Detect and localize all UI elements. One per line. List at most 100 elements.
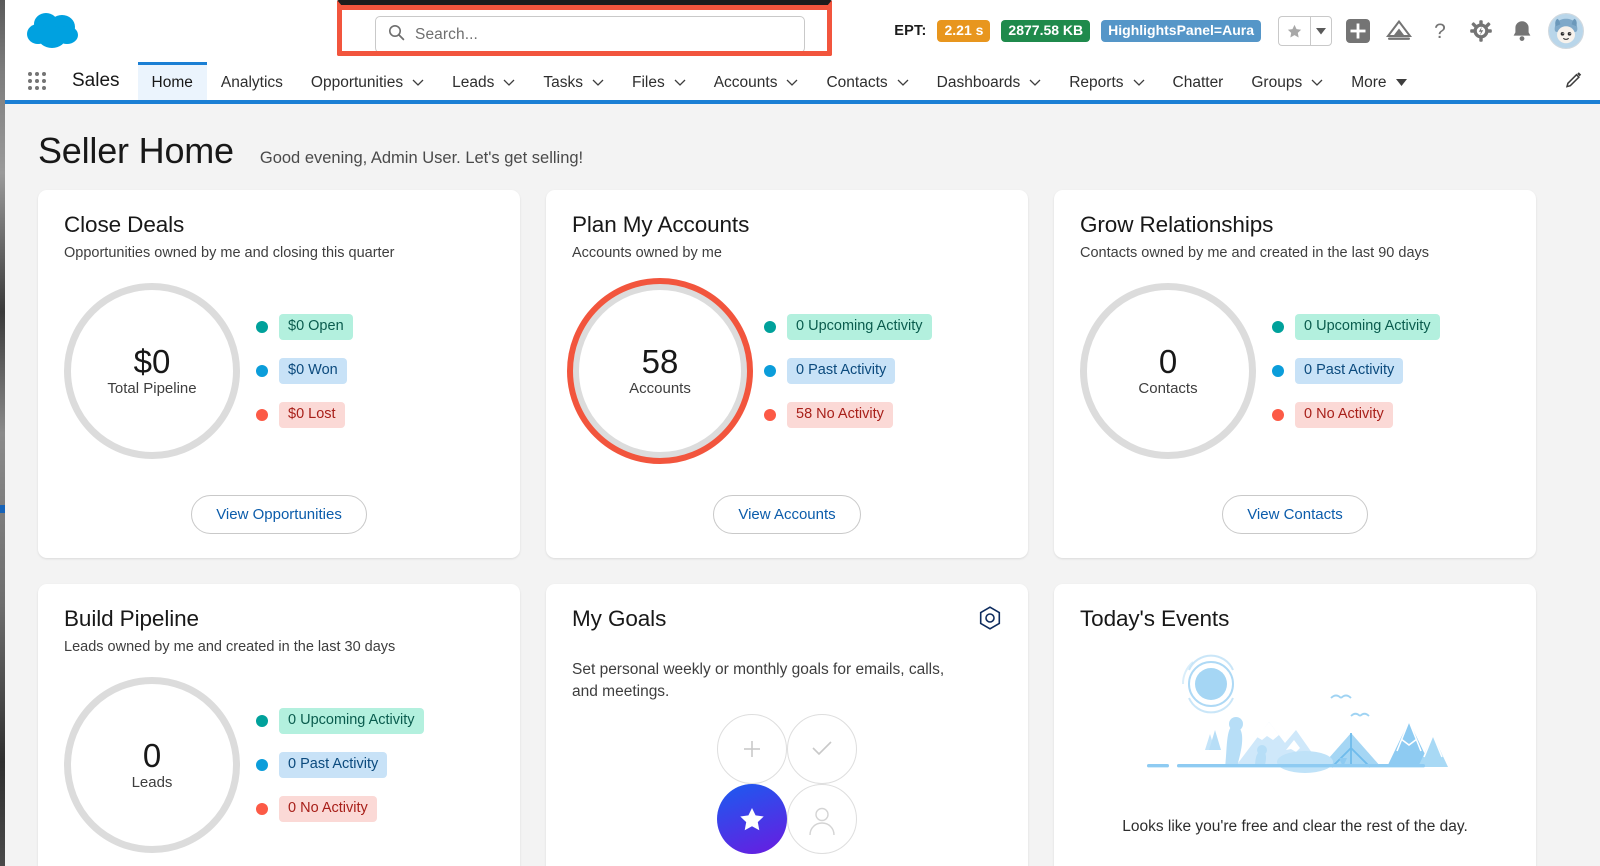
- nav-item-reports[interactable]: Reports: [1055, 62, 1158, 100]
- card-plan-my-accounts: Plan My Accounts Accounts owned by me 58…: [546, 190, 1028, 558]
- nav-item-contacts[interactable]: Contacts: [812, 62, 922, 100]
- legend-item[interactable]: 0 No Activity: [256, 795, 424, 822]
- favorites-star-icon[interactable]: [1278, 16, 1310, 46]
- plus-icon: [717, 713, 787, 784]
- legend: $0 Open $0 Won $0 Lost: [252, 314, 353, 428]
- legend-pill-no-activity[interactable]: 0 No Activity: [1295, 401, 1393, 428]
- accounts-donut: 58 Accounts: [567, 278, 753, 464]
- nav-item-opportunities[interactable]: Opportunities: [297, 62, 438, 100]
- legend-item[interactable]: 0 No Activity: [1272, 401, 1440, 428]
- donut-value: 0: [1158, 343, 1178, 380]
- card-grow-relationships: Grow Relationships Contacts owned by me …: [1054, 190, 1536, 558]
- legend-dot-past: [1272, 364, 1284, 377]
- page-title: Seller Home: [38, 130, 234, 171]
- nav-item-label: Groups: [1251, 73, 1303, 91]
- legend-item[interactable]: 58 No Activity: [764, 401, 932, 428]
- card-my-goals: My Goals Set personal weekly or monthly …: [546, 584, 1028, 866]
- nav-item-label: Contacts: [826, 73, 888, 91]
- nav-item-chatter[interactable]: Chatter: [1159, 62, 1238, 100]
- nav-item-groups[interactable]: Groups: [1237, 62, 1337, 100]
- search-placeholder-text: Search...: [415, 25, 478, 43]
- legend-pill-upcoming[interactable]: 0 Upcoming Activity: [787, 314, 932, 341]
- contacts-donut: 0 Contacts: [1080, 283, 1256, 459]
- legend-pill-past[interactable]: 0 Past Activity: [787, 358, 896, 384]
- nav-item-tasks[interactable]: Tasks: [529, 62, 618, 100]
- plus-icon[interactable]: [1343, 16, 1373, 46]
- card-action: View Contacts: [1080, 495, 1510, 534]
- nav-item-label: Dashboards: [936, 73, 1021, 91]
- metric-area: $0 Total Pipeline $0 Open $0 Won $0 Lost: [64, 283, 494, 459]
- donut-label: Contacts: [1138, 380, 1198, 397]
- legend-item[interactable]: $0 Lost: [256, 401, 353, 428]
- legend-pill-upcoming[interactable]: 0 Upcoming Activity: [279, 708, 424, 735]
- nav-item-accounts[interactable]: Accounts: [700, 62, 813, 100]
- goals-header: My Goals: [572, 606, 1002, 637]
- favorites-control[interactable]: [1278, 16, 1332, 46]
- legend-pill-past[interactable]: 0 Past Activity: [279, 752, 388, 778]
- legend-pill-won[interactable]: $0 Won: [279, 358, 347, 384]
- legend: 0 Upcoming Activity 0 Past Activity 58 N…: [760, 314, 932, 428]
- nav-item-leads[interactable]: Leads: [438, 62, 529, 100]
- legend-pill-no-activity[interactable]: 58 No Activity: [787, 401, 893, 428]
- legend-pill-open[interactable]: $0 Open: [279, 314, 353, 341]
- legend-item[interactable]: 0 Upcoming Activity: [764, 314, 932, 341]
- person-icon: [787, 783, 857, 854]
- legend-item[interactable]: 0 Past Activity: [764, 358, 932, 384]
- legend-dot-past: [256, 758, 268, 771]
- nav-item-more[interactable]: More: [1337, 62, 1420, 100]
- total-pipeline-donut: $0 Total Pipeline: [64, 283, 240, 459]
- view-contacts-button[interactable]: View Contacts: [1222, 495, 1368, 534]
- favorites-dropdown-caret-icon[interactable]: [1310, 16, 1332, 46]
- card-subtitle: Opportunities owned by me and closing th…: [64, 245, 395, 261]
- window-left-edge-blue-mark: [0, 505, 5, 513]
- setup-assistant-icon[interactable]: [1384, 16, 1414, 46]
- legend-pill-past[interactable]: 0 Past Activity: [1295, 358, 1404, 384]
- camping-scene-illustration: [1080, 640, 1510, 808]
- salesforce-cloud-logo[interactable]: [22, 8, 88, 54]
- nav-item-label: Tasks: [543, 73, 583, 91]
- header-right-cluster: EPT: 2.21 s 2877.58 KB HighlightsPanel=A…: [894, 13, 1584, 49]
- nav-item-home[interactable]: Home: [137, 62, 207, 100]
- nav-item-label: More: [1351, 73, 1387, 91]
- donut-value: 0: [142, 737, 162, 774]
- page-greeting: Good evening, Admin User. Let's get sell…: [259, 149, 584, 167]
- page-size-badge: 2877.58 KB: [1001, 19, 1091, 43]
- legend-pill-upcoming[interactable]: 0 Upcoming Activity: [1295, 314, 1440, 341]
- nav-items: Home Analytics Opportunities Leads Tasks: [137, 62, 1554, 100]
- legend: 0 Upcoming Activity 0 Past Activity 0 No…: [1268, 314, 1440, 428]
- gear-icon[interactable]: [1466, 16, 1496, 46]
- cards-grid: Close Deals Opportunities owned by me an…: [0, 190, 1600, 866]
- help-icon[interactable]: ?: [1425, 16, 1455, 46]
- notifications-bell-icon[interactable]: [1507, 16, 1537, 46]
- app-launcher-waffle-icon[interactable]: [22, 62, 52, 100]
- legend-item[interactable]: 0 Upcoming Activity: [256, 708, 424, 735]
- legend: 0 Upcoming Activity 0 Past Activity 0 No…: [252, 708, 424, 822]
- page-header: Seller Home Good evening, Admin User. Le…: [0, 104, 1600, 190]
- legend-pill-no-activity[interactable]: 0 No Activity: [279, 795, 377, 822]
- view-accounts-button[interactable]: View Accounts: [713, 495, 861, 534]
- view-opportunities-button[interactable]: View Opportunities: [191, 495, 367, 534]
- legend-pill-lost[interactable]: $0 Lost: [279, 401, 345, 428]
- nav-item-analytics[interactable]: Analytics: [207, 62, 297, 100]
- nav-item-files[interactable]: Files: [618, 62, 700, 100]
- search-input-container[interactable]: Search...: [375, 16, 805, 53]
- legend-item[interactable]: 0 Past Activity: [256, 752, 424, 778]
- salesforce-seller-home-page: Search... EPT: 2.21 s 2877.58 KB Highlig…: [0, 0, 1600, 866]
- legend-item[interactable]: 0 Past Activity: [1272, 358, 1440, 384]
- card-title: Build Pipeline: [64, 606, 199, 631]
- goals-settings-hexagon-icon[interactable]: [978, 606, 1002, 637]
- current-app-name[interactable]: Sales: [72, 62, 120, 100]
- global-search[interactable]: Search...: [375, 16, 805, 53]
- pencil-edit-icon[interactable]: [1554, 62, 1600, 100]
- chevron-down-icon: [897, 74, 909, 92]
- card-build-pipeline: Build Pipeline Leads owned by me and cre…: [38, 584, 520, 866]
- donut-value: 58: [641, 343, 679, 380]
- ept-label: EPT:: [894, 23, 927, 39]
- donut-value: $0: [133, 343, 171, 380]
- avatar[interactable]: [1548, 13, 1584, 49]
- nav-item-dashboards[interactable]: Dashboards: [923, 62, 1056, 100]
- nav-item-label: Leads: [452, 73, 495, 91]
- legend-item[interactable]: 0 Upcoming Activity: [1272, 314, 1440, 341]
- legend-item[interactable]: $0 Won: [256, 358, 353, 384]
- legend-item[interactable]: $0 Open: [256, 314, 353, 341]
